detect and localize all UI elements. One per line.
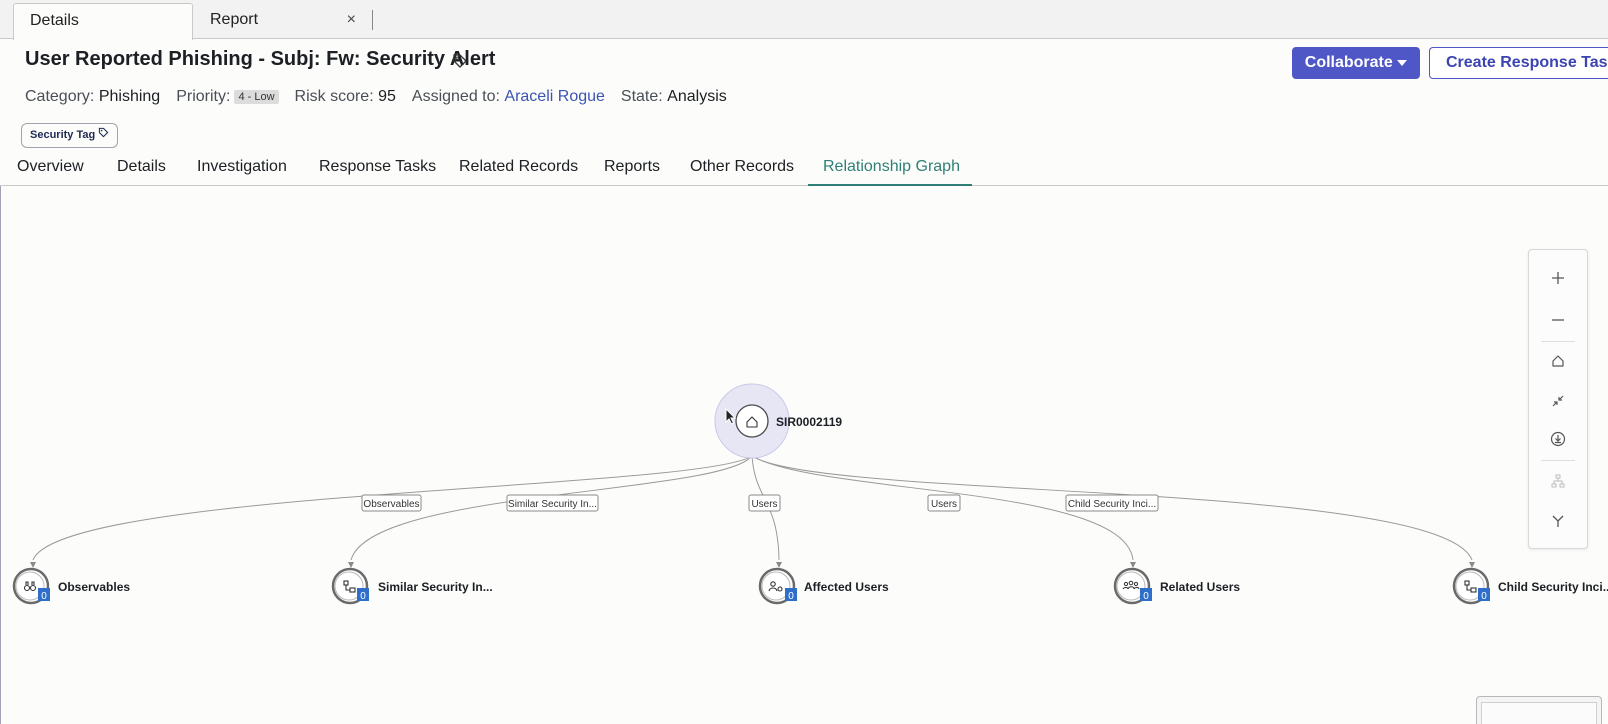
priority-label: Priority:: [176, 88, 231, 105]
tab-response-tasks[interactable]: Response Tasks: [319, 158, 436, 176]
edge-label-similar: Similar Security In...: [508, 499, 597, 510]
mouse-cursor-icon: [725, 407, 737, 431]
tab-reports[interactable]: Reports: [604, 158, 660, 176]
node-label-observables: Observables: [58, 580, 130, 594]
tab-overview[interactable]: Overview: [17, 158, 84, 176]
collapse-icon[interactable]: [1529, 383, 1587, 419]
tab-other-records[interactable]: Other Records: [690, 158, 794, 176]
minimap-panel[interactable]: [1476, 696, 1602, 724]
fork-icon[interactable]: [1529, 503, 1587, 539]
graph-node-affected-users[interactable]: 0 Affected Users: [758, 567, 889, 605]
arrowhead: [1130, 562, 1136, 568]
node-label-affected-users: Affected Users: [804, 580, 889, 594]
graph-node-observables[interactable]: 0 Observables: [12, 567, 130, 605]
node-count: 0: [41, 591, 47, 602]
edge-label-child-security: Child Security Inci...: [1068, 499, 1156, 510]
tab-relationship-graph[interactable]: Relationship Graph: [823, 158, 960, 176]
tab-details-label: Details: [30, 12, 79, 29]
risk-label: Risk score:: [294, 88, 374, 105]
layout-tree-icon[interactable]: [1529, 463, 1587, 499]
record-section-tabs: Overview Details Investigation Response …: [0, 152, 1608, 186]
edge-label-users-related: Users: [931, 499, 957, 510]
assigned-label: Assigned to:: [411, 88, 500, 105]
node-label-child-security: Child Security Inci...: [1498, 580, 1608, 594]
zoom-out-icon[interactable]: [1529, 302, 1587, 338]
create-response-task-button[interactable]: Create Response Task: [1429, 47, 1608, 79]
collaborate-label: Collaborate: [1304, 54, 1393, 71]
minimap-viewport: [1481, 702, 1597, 724]
download-icon[interactable]: [1529, 421, 1587, 457]
security-tag-chip[interactable]: Security Tag: [21, 123, 119, 148]
root-node-circle: [735, 404, 769, 438]
risk-value: 95: [378, 88, 396, 105]
edge-labels: Observables Similar Security In... Users…: [361, 494, 1159, 512]
node-count: 0: [1481, 591, 1487, 602]
node-label-similar: Similar Security In...: [378, 580, 493, 594]
root-node-label: SIR0002119: [776, 415, 842, 429]
category-value: Phishing: [98, 88, 161, 105]
arrowhead: [348, 562, 354, 568]
category-label: Category:: [25, 88, 95, 105]
toolbar-divider: [1541, 460, 1575, 461]
relationship-graph[interactable]: Observables Similar Security In... Users…: [0, 186, 1608, 724]
graph-toolbar: [1528, 249, 1588, 549]
tab-report-label: Report: [210, 11, 259, 28]
state-label: State:: [620, 88, 663, 105]
security-tag-label: Security Tag: [30, 129, 96, 141]
toolbar-divider: [1541, 341, 1575, 342]
tab-report[interactable]: Report ×: [194, 3, 372, 39]
state-value: Analysis: [667, 88, 727, 105]
tab-details-section[interactable]: Details: [117, 158, 166, 176]
arrowhead: [776, 562, 782, 568]
tab-details[interactable]: Details: [13, 3, 193, 40]
tab-investigation[interactable]: Investigation: [197, 158, 287, 176]
workspace-tab-strip: Details Report ×: [0, 0, 1608, 40]
arrowhead: [1469, 562, 1475, 568]
edge-label-observables: Observables: [363, 499, 419, 510]
tab-divider: [372, 10, 373, 30]
node-count: 0: [788, 591, 794, 602]
record-meta: Category: Phishing Priority: 4 - Low Risk…: [25, 88, 743, 106]
tag-icon[interactable]: [452, 53, 468, 74]
tab-related-records[interactable]: Related Records: [459, 158, 578, 176]
home-icon[interactable]: [1529, 343, 1587, 379]
collaborate-button[interactable]: Collaborate: [1292, 47, 1420, 79]
node-count: 0: [360, 591, 366, 602]
graph-node-similar[interactable]: 0 Similar Security In...: [331, 567, 493, 605]
close-icon[interactable]: ×: [347, 3, 356, 37]
node-label-related-users: Related Users: [1160, 580, 1240, 594]
edge-label-users-affected: Users: [751, 499, 777, 510]
page-title: User Reported Phishing - Subj: Fw: Secur…: [25, 48, 496, 70]
graph-node-related-users[interactable]: 0 Related Users: [1113, 567, 1240, 605]
assigned-user-link[interactable]: Araceli Rogue: [504, 88, 605, 106]
arrowhead: [30, 562, 36, 568]
zoom-in-icon[interactable]: [1529, 260, 1587, 296]
edge-arrowheads: [30, 562, 1475, 568]
node-count: 0: [1143, 591, 1149, 602]
caret-down-icon: [1397, 54, 1408, 71]
tag-icon: [98, 124, 109, 147]
priority-badge: 4 - Low: [234, 90, 279, 104]
graph-node-child-security[interactable]: 0 Child Security Inci...: [1452, 567, 1608, 605]
